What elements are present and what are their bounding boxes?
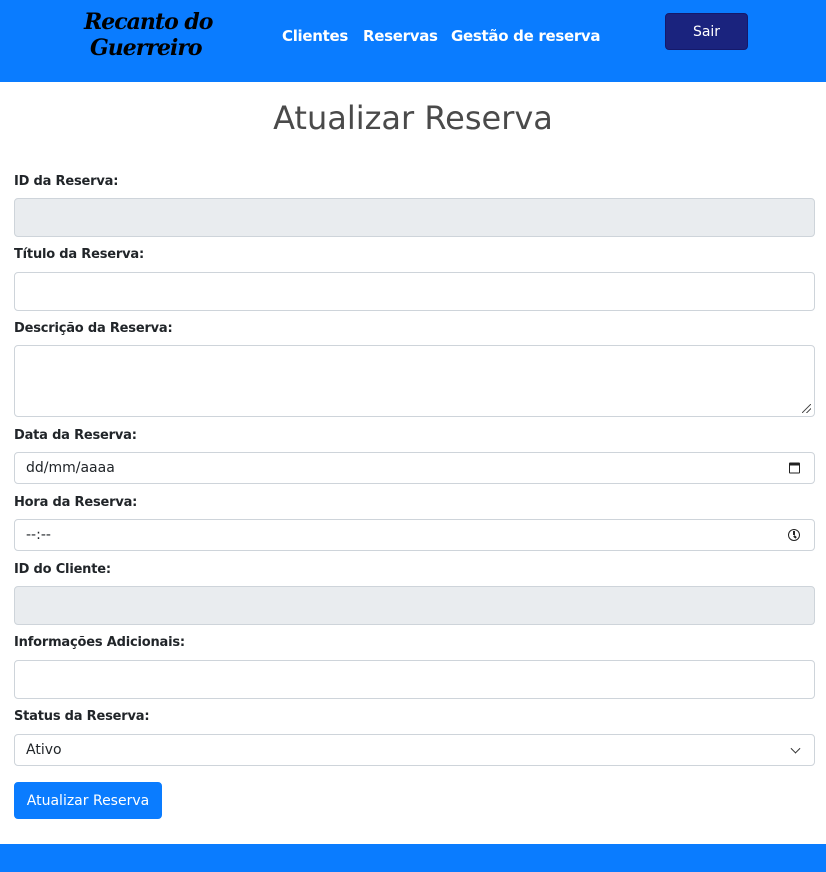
footer xyxy=(0,844,826,872)
logout-button[interactable]: Sair xyxy=(665,13,748,50)
status-reserva-label: Status da Reserva: xyxy=(14,709,150,724)
calendar-icon[interactable] xyxy=(789,462,800,474)
descricao-reserva-label: Descrição da Reserva: xyxy=(14,321,173,336)
nav-link-reservas[interactable]: Reservas xyxy=(363,26,438,46)
info-adicionais-label: Informações Adicionais: xyxy=(14,635,185,650)
status-reserva-selected: Ativo xyxy=(26,742,62,758)
info-adicionais-input[interactable] xyxy=(14,660,815,699)
navbar: Recanto do Guerreiro Clientes Reservas G… xyxy=(0,0,826,82)
id-cliente-field[interactable] xyxy=(14,586,815,625)
data-reserva-placeholder: dd/mm/aaaa xyxy=(26,460,115,476)
resize-grip-icon[interactable] xyxy=(802,404,811,413)
id-reserva-label: ID da Reserva: xyxy=(14,174,119,189)
hora-reserva-input[interactable]: --:-- xyxy=(14,519,815,551)
clock-icon[interactable] xyxy=(788,529,800,541)
atualizar-reserva-button[interactable]: Atualizar Reserva xyxy=(14,782,162,819)
data-reserva-label: Data da Reserva: xyxy=(14,428,137,443)
logo[interactable]: Recanto do Guerreiro xyxy=(82,6,213,72)
hora-reserva-placeholder: --:-- xyxy=(26,527,51,543)
chevron-down-icon xyxy=(790,743,801,754)
logo-line-1: Recanto do xyxy=(84,9,213,35)
descricao-reserva-textarea[interactable] xyxy=(14,345,815,417)
page-title: Atualizar Reserva xyxy=(273,99,553,137)
id-reserva-field[interactable] xyxy=(14,198,815,237)
status-reserva-select[interactable]: Ativo xyxy=(14,734,815,766)
logo-line-2: Guerreiro xyxy=(90,35,203,61)
nav-link-clientes[interactable]: Clientes xyxy=(282,26,348,46)
titulo-reserva-label: Título da Reserva: xyxy=(14,247,144,262)
titulo-reserva-input[interactable] xyxy=(14,272,815,311)
data-reserva-input[interactable]: dd/mm/aaaa xyxy=(14,452,815,484)
hora-reserva-label: Hora da Reserva: xyxy=(14,495,138,510)
id-cliente-label: ID do Cliente: xyxy=(14,562,111,577)
nav-link-gestao-reserva[interactable]: Gestão de reserva xyxy=(451,26,601,46)
